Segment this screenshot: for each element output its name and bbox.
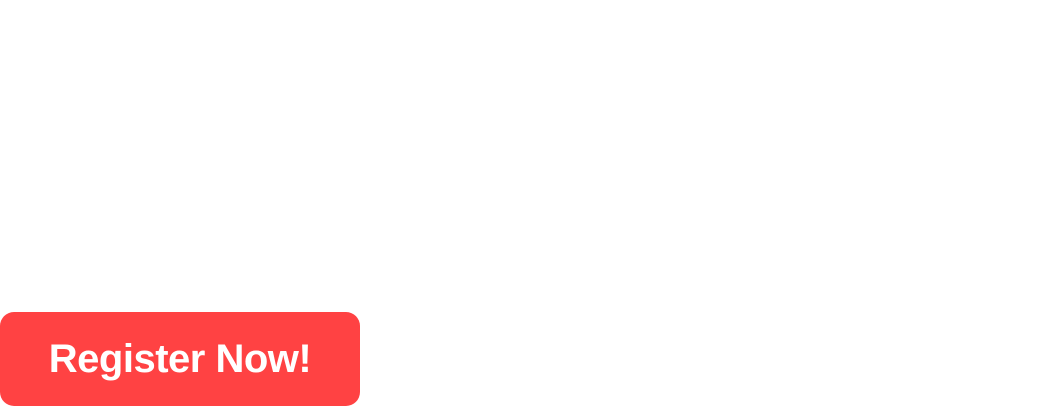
register-now-button[interactable]: Register Now! [0,312,360,406]
page-canvas: Register Now! [0,0,1040,406]
